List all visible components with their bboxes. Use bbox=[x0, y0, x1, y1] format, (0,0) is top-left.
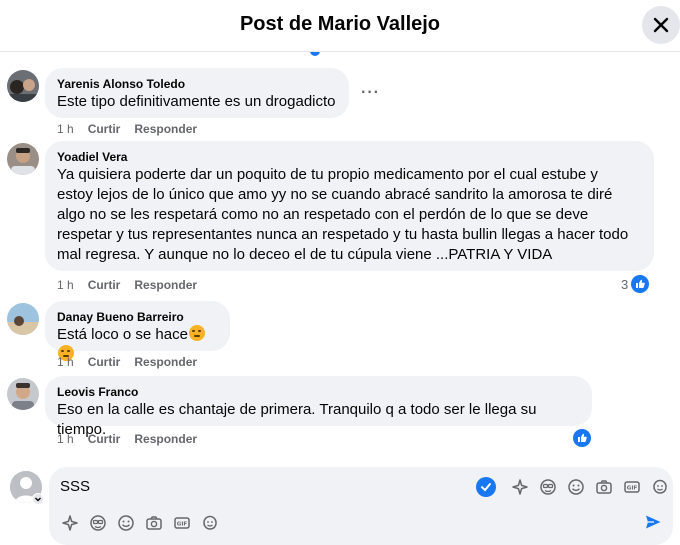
more-options-button[interactable]: ··· bbox=[361, 84, 380, 102]
avatar-photo bbox=[7, 378, 39, 410]
emoji-icon[interactable] bbox=[566, 477, 586, 497]
close-button[interactable] bbox=[642, 6, 680, 44]
comment-bubble: Yarenis Alonso Toledo Este tipo definiti… bbox=[45, 68, 349, 118]
like-button[interactable]: Curtir bbox=[88, 278, 121, 292]
comment-text-line: estoy lejos de lo único que amo yy no se… bbox=[57, 186, 613, 203]
close-icon bbox=[653, 17, 669, 33]
comment-time[interactable]: 1 h bbox=[57, 432, 74, 446]
comment-input[interactable] bbox=[60, 478, 460, 495]
comment-actions: 1 h Curtir Responder bbox=[57, 278, 197, 292]
profile-switch-button[interactable] bbox=[32, 493, 44, 505]
dialog-title: Post de Mario Vallejo bbox=[239, 13, 441, 35]
like-button[interactable]: Curtir bbox=[88, 432, 121, 446]
reply-button[interactable]: Responder bbox=[134, 432, 197, 446]
avatar[interactable] bbox=[7, 143, 39, 175]
avatar-photo bbox=[7, 143, 39, 175]
reply-button[interactable]: Responder bbox=[134, 278, 197, 292]
pensive-emoji-icon bbox=[188, 325, 205, 341]
avatar-photo bbox=[7, 70, 39, 102]
comment-actions: 1 h Curtir Responder bbox=[57, 432, 197, 446]
comment-text-line: mal regresa. Y aunque no lo deceo el de … bbox=[57, 246, 553, 263]
like-button[interactable]: Curtir bbox=[88, 355, 121, 369]
comment-time[interactable]: 1 h bbox=[57, 122, 74, 136]
comment-text-line: respetar y tus representantes nunca an r… bbox=[57, 226, 629, 243]
camera-icon[interactable] bbox=[144, 513, 164, 533]
comment-time[interactable]: 1 h bbox=[57, 355, 74, 369]
comment-actions: 1 h Curtir Responder bbox=[57, 122, 197, 136]
send-button[interactable] bbox=[643, 512, 663, 532]
dialog-header: Post de Mario Vallejo bbox=[0, 0, 680, 52]
comment-author[interactable]: Yarenis Alonso Toledo bbox=[57, 76, 337, 92]
emoji-icon[interactable] bbox=[116, 513, 136, 533]
like-button[interactable]: Curtir bbox=[88, 122, 121, 136]
avatar-sticker-icon[interactable] bbox=[88, 513, 108, 533]
reply-button[interactable]: Responder bbox=[134, 355, 197, 369]
comment-bubble: Yoadiel Vera Ya quisiera poderte dar un … bbox=[45, 141, 654, 271]
svg-text:GIF: GIF bbox=[627, 486, 638, 492]
comment-text: Está loco o se hace bbox=[57, 326, 188, 343]
comment-author[interactable]: Leovis Franco bbox=[57, 384, 580, 400]
comment-text: Este tipo definitivamente es un drogadic… bbox=[57, 93, 336, 110]
sparkle-icon[interactable] bbox=[60, 513, 80, 533]
reply-button[interactable]: Responder bbox=[134, 122, 197, 136]
gif-icon[interactable]: GIF bbox=[622, 477, 642, 497]
avatar-photo bbox=[7, 303, 39, 335]
svg-text:GIF: GIF bbox=[177, 522, 188, 528]
sticker-icon[interactable] bbox=[650, 477, 670, 497]
avatar[interactable] bbox=[7, 303, 39, 335]
comment-author[interactable]: Danay Bueno Barreiro bbox=[57, 309, 218, 325]
reaction-count[interactable]: 3 bbox=[621, 277, 628, 292]
comment-time[interactable]: 1 h bbox=[57, 278, 74, 292]
comment-actions: 1 h Curtir Responder bbox=[57, 355, 197, 369]
like-reaction-icon[interactable] bbox=[573, 429, 591, 447]
like-reaction-icon[interactable] bbox=[631, 275, 649, 293]
chevron-down-icon bbox=[35, 497, 41, 502]
sticker-icon[interactable] bbox=[200, 513, 220, 533]
comment-bubble: Danay Bueno Barreiro Está loco o se hace bbox=[45, 301, 230, 361]
comment-author[interactable]: Yoadiel Vera bbox=[57, 149, 642, 165]
comment-bubble: Leovis Franco Eso en la calle es chantaj… bbox=[45, 376, 592, 438]
avatar-sticker-icon[interactable] bbox=[538, 477, 558, 497]
gif-icon[interactable]: GIF bbox=[172, 513, 192, 533]
camera-icon[interactable] bbox=[594, 477, 614, 497]
comment-text-line: algo no se les respetará como no an resp… bbox=[57, 206, 589, 223]
avatar[interactable] bbox=[7, 378, 39, 410]
avatar[interactable] bbox=[7, 70, 39, 102]
send-icon bbox=[646, 515, 661, 529]
spellcheck-check-icon[interactable] bbox=[476, 477, 496, 497]
comment-text-line: Ya quisiera poderte dar un poquito de tu… bbox=[57, 166, 598, 183]
comment-composer: GIF GIF bbox=[49, 467, 673, 545]
sparkle-icon[interactable] bbox=[510, 477, 530, 497]
